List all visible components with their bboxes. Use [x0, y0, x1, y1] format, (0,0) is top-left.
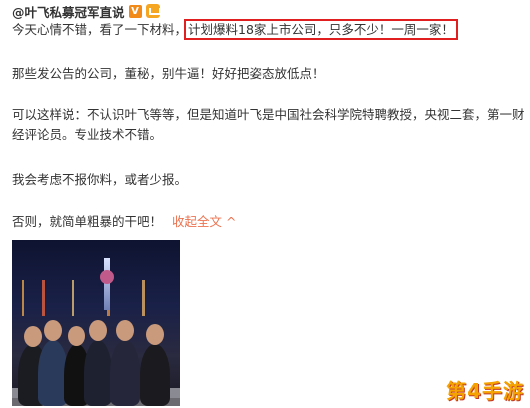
weibo-post: @叶飞私募冠军直说 V 今天心情不错，看了一下材料，计划爆料18家上市公司，只多…: [0, 0, 530, 408]
post-line-5: 我会考虑不报你料，或者少报。: [12, 172, 188, 187]
person-head: [44, 320, 62, 341]
post-line-6: 否则，就简单粗暴的干吧！ 收起全文 ^: [12, 212, 236, 232]
person-head: [146, 324, 164, 345]
post-line-3: 可以这样说：不认识叶飞等等，但是知道叶飞是中国社会科学院特聘教授，央视二套，第一…: [12, 107, 525, 122]
person-head: [24, 326, 42, 347]
vip-gem-icon: [145, 4, 161, 18]
highlighted-text: 计划爆料18家上市公司，只多不少！一周一家！: [184, 19, 458, 40]
collapse-full-text-link[interactable]: 收起全文 ^: [172, 214, 236, 229]
site-watermark: 第4手游: [446, 379, 524, 403]
group-photo-image[interactable]: [12, 240, 180, 406]
person: [140, 344, 170, 406]
line6-text: 否则，就简单粗暴的干吧！: [12, 214, 163, 229]
post-header: @叶飞私募冠军直说 V: [12, 2, 161, 21]
account-name[interactable]: @叶飞私募冠军直说: [12, 2, 125, 21]
person: [84, 340, 112, 406]
person: [110, 340, 140, 406]
person-head: [116, 320, 134, 341]
post-line-4: 经评论员。专业技术不错。: [12, 127, 163, 142]
post-line-2: 那些发公告的公司，董秘，别牛逼！好好把姿态放低点！: [12, 66, 325, 81]
person-head: [89, 320, 107, 341]
city-skyline: [12, 280, 180, 316]
post-line-1: 今天心情不错，看了一下材料，计划爆料18家上市公司，只多不少！一周一家！: [12, 19, 458, 40]
verified-badge-icon: V: [128, 4, 142, 18]
person-head: [68, 326, 85, 346]
tv-tower: [100, 258, 114, 310]
line1-prefix: 今天心情不错，看了一下材料，: [12, 22, 188, 37]
